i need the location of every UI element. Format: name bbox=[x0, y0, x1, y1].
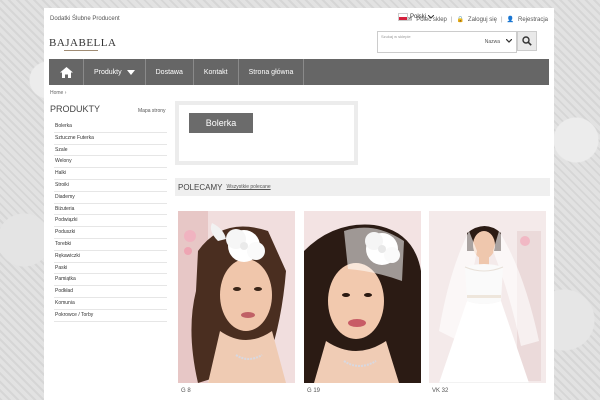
divider: | bbox=[500, 16, 503, 23]
product-card[interactable]: G 8 bbox=[178, 211, 295, 400]
home-icon bbox=[59, 66, 73, 78]
chevron-down-icon bbox=[506, 39, 512, 43]
divider: | bbox=[450, 16, 453, 23]
top-bar: Dodatki Ślubne Producent ✉ Poleć sklep |… bbox=[50, 14, 548, 26]
all-recommended-link[interactable]: Wszystkie polecane bbox=[226, 184, 270, 190]
flag-icon bbox=[398, 13, 408, 21]
nav-homepage-label: Strona główna bbox=[248, 68, 294, 76]
sidebar-item-podklad[interactable]: Podkład bbox=[54, 286, 167, 298]
bride-headpiece-photo[interactable] bbox=[178, 211, 295, 383]
search-placeholder: Szukaj w sklepie bbox=[381, 34, 411, 39]
nav-products[interactable]: Produkty bbox=[84, 59, 146, 85]
tagline: Dodatki Ślubne Producent bbox=[50, 16, 120, 22]
product-name[interactable]: G 8 bbox=[181, 388, 191, 394]
page-container: Dodatki Ślubne Producent ✉ Poleć sklep |… bbox=[44, 8, 554, 400]
nav-delivery[interactable]: Dostawa bbox=[146, 59, 194, 85]
search-icon bbox=[522, 36, 532, 46]
logo[interactable]: BAJABELLA bbox=[49, 37, 116, 49]
product-card[interactable]: G 19 bbox=[304, 211, 421, 400]
sidebar-title: PRODUKTY bbox=[50, 104, 101, 114]
sidebar-item-stroiki[interactable]: Stroiki bbox=[54, 180, 167, 192]
chevron-down-icon bbox=[428, 15, 435, 19]
sidebar-item-torebki[interactable]: Torebki bbox=[54, 239, 167, 251]
bride-dress-photo[interactable] bbox=[429, 211, 546, 383]
search-input[interactable]: Szukaj w sklepie Nazwa bbox=[377, 31, 517, 53]
sidebar-item-rekawiczki[interactable]: Rękawiczki bbox=[54, 251, 167, 263]
logo-ornament bbox=[64, 50, 98, 54]
nav-delivery-label: Dostawa bbox=[155, 68, 183, 76]
product-name[interactable]: VK 32 bbox=[432, 388, 448, 394]
recommended-title: POLECAMY bbox=[178, 182, 223, 192]
nav-homepage[interactable]: Strona główna bbox=[239, 59, 305, 85]
sidebar-item-pokrowce-torby[interactable]: Pokrowce / Torby bbox=[54, 310, 167, 322]
sidebar-item-pamiatka[interactable]: Pamiątka bbox=[54, 274, 167, 287]
breadcrumb[interactable]: Home › bbox=[50, 90, 66, 96]
search-scope-select[interactable]: Nazwa bbox=[485, 39, 512, 45]
lock-icon: 🔒 bbox=[456, 17, 464, 23]
sidebar-item-komunia[interactable]: Komunia bbox=[54, 298, 167, 310]
sidebar-item-szale[interactable]: Szale bbox=[54, 145, 167, 157]
nav-home[interactable] bbox=[49, 59, 84, 85]
category-title: Bolerka bbox=[189, 113, 253, 133]
nav-contact[interactable]: Kontakt bbox=[194, 59, 239, 85]
sidebar-item-diademy[interactable]: Diademy bbox=[54, 192, 167, 204]
language-label: Polski bbox=[410, 14, 427, 20]
nav-contact-label: Kontakt bbox=[203, 68, 228, 76]
product-card[interactable]: VK 32 bbox=[429, 211, 546, 400]
login-link[interactable]: Zaloguj się bbox=[468, 17, 497, 23]
main-nav: Produkty Dostawa Kontakt Strona główna bbox=[49, 59, 549, 85]
sidebar-item-bolerka[interactable]: Bolerka bbox=[54, 121, 167, 133]
sidebar-item-sztuczne-futerka[interactable]: Sztuczne Futerka bbox=[54, 133, 167, 145]
category-header-box: Bolerka bbox=[175, 101, 358, 165]
nav-products-label: Produkty bbox=[94, 68, 122, 76]
category-list: Bolerka Sztuczne Futerka Szale Welony Ha… bbox=[54, 121, 167, 322]
caret-down-icon bbox=[126, 69, 135, 75]
sitemap-link[interactable]: Mapa strony bbox=[138, 108, 166, 114]
sidebar-item-bizuteria[interactable]: Biżuteria bbox=[54, 204, 167, 216]
search-scope-label: Nazwa bbox=[484, 39, 500, 45]
register-link[interactable]: Rejestracja bbox=[518, 17, 548, 23]
product-name[interactable]: G 19 bbox=[307, 388, 320, 394]
sidebar-item-poduszki[interactable]: Poduszki bbox=[54, 227, 167, 239]
bride-veil-photo[interactable] bbox=[304, 211, 421, 383]
search-button[interactable] bbox=[517, 31, 537, 51]
sidebar-item-podwiazki[interactable]: Podwiązki bbox=[54, 215, 167, 228]
user-icon: 👤 bbox=[506, 17, 514, 23]
recommended-header: POLECAMY Wszystkie polecane bbox=[175, 178, 550, 196]
sidebar-item-paski[interactable]: Paski bbox=[54, 263, 167, 275]
sidebar-item-halki[interactable]: Halki bbox=[54, 168, 167, 180]
language-selector[interactable]: Polski bbox=[398, 13, 435, 21]
sidebar-item-welony[interactable]: Welony bbox=[54, 156, 167, 169]
